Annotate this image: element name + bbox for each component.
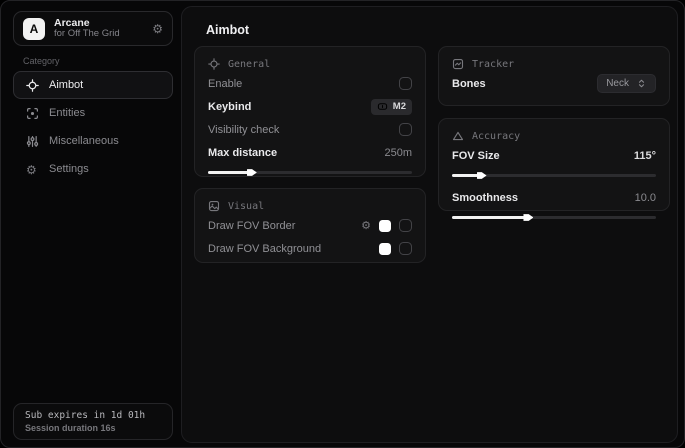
app-logo: A — [23, 18, 45, 40]
sidebar-item-settings[interactable]: ⚙ Settings — [13, 155, 173, 183]
chevron-up-down-icon — [636, 78, 647, 89]
crosshair-icon — [208, 58, 220, 70]
visibility-check-label: Visibility check — [208, 124, 279, 136]
smoothness-value: 10.0 — [635, 192, 656, 204]
tracker-icon — [452, 58, 464, 70]
sidebar-item-label: Miscellaneous — [49, 135, 119, 147]
tracker-card-header: Tracker — [452, 57, 656, 71]
fov-size-slider[interactable] — [452, 170, 656, 180]
enable-checkbox[interactable] — [399, 77, 412, 90]
sidebar-item-aimbot[interactable]: Aimbot — [13, 71, 173, 99]
slider-thumb[interactable] — [247, 168, 257, 177]
keybind-label: Keybind — [208, 101, 251, 113]
fov-size-value: 115° — [634, 150, 656, 162]
tracker-card: Tracker Bones Neck — [438, 46, 670, 106]
draw-fov-background-label: Draw FOV Background — [208, 243, 321, 255]
fov-border-color-swatch[interactable] — [379, 220, 391, 232]
max-distance-label: Max distance — [208, 147, 277, 159]
smoothness-label: Smoothness — [452, 192, 518, 204]
accuracy-card-header: Accuracy — [452, 129, 656, 143]
slider-fill — [208, 171, 251, 174]
slider-track — [452, 174, 656, 177]
max-distance-slider[interactable] — [208, 167, 412, 177]
bones-selected-value: Neck — [606, 78, 629, 89]
bones-label: Bones — [452, 78, 486, 90]
sidebar-item-label: Entities — [49, 107, 85, 119]
sliders-icon — [26, 135, 39, 148]
visual-card: Visual Draw FOV Border ⚙ Draw FOV Backgr… — [194, 188, 426, 263]
keybind-button[interactable]: M2 — [371, 99, 412, 115]
enable-label: Enable — [208, 78, 242, 90]
draw-fov-border-checkbox[interactable] — [399, 219, 412, 232]
card-title: Accuracy — [472, 131, 520, 142]
brand-card: A Arcane for Off The Grid ⚙ — [13, 11, 173, 46]
settings-gear-icon[interactable]: ⚙ — [152, 22, 163, 36]
page-title: Aimbot — [206, 23, 249, 37]
session-duration-text: Session duration 16s — [25, 423, 161, 433]
visibility-check-checkbox[interactable] — [399, 123, 412, 136]
card-title: Tracker — [472, 59, 514, 70]
sidebar-item-miscellaneous[interactable]: Miscellaneous — [13, 127, 173, 155]
slider-thumb[interactable] — [477, 171, 487, 180]
draw-fov-background-checkbox[interactable] — [399, 242, 412, 255]
smoothness-slider[interactable] — [452, 212, 656, 222]
category-label: Category — [23, 56, 60, 66]
main-panel: Aimbot General Enable Keybind M2 — [181, 6, 678, 443]
accuracy-card: Accuracy FOV Size 115° Smoothness 10.0 — [438, 118, 670, 211]
slider-track — [452, 216, 656, 219]
crosshair-icon — [26, 79, 39, 92]
image-icon — [208, 200, 220, 212]
sidebar-item-label: Aimbot — [49, 79, 83, 91]
sidebar-item-label: Settings — [49, 163, 89, 175]
sidebar-item-entities[interactable]: Entities — [13, 99, 173, 127]
fov-border-settings-gear-icon[interactable]: ⚙ — [361, 220, 371, 231]
slider-fill — [452, 174, 481, 177]
keybind-value: M2 — [393, 101, 406, 112]
scan-icon — [26, 107, 39, 120]
brand-text: Arcane for Off The Grid — [54, 17, 143, 40]
app-subtitle: for Off The Grid — [54, 29, 143, 40]
max-distance-value: 250m — [384, 147, 412, 159]
slider-fill — [452, 216, 527, 219]
triangle-icon — [452, 130, 464, 142]
fov-background-color-swatch[interactable] — [379, 243, 391, 255]
general-card: General Enable Keybind M2 Visibility che… — [194, 46, 426, 177]
app-window: A Arcane for Off The Grid ⚙ Category Aim… — [0, 0, 685, 448]
draw-fov-border-label: Draw FOV Border — [208, 220, 295, 232]
fov-size-label: FOV Size — [452, 150, 500, 162]
mouse-icon — [377, 101, 388, 112]
sub-expiry-text: Sub expires in 1d 01h — [25, 410, 161, 421]
visual-card-header: Visual — [208, 199, 412, 213]
card-title: General — [228, 59, 270, 70]
sidebar: A Arcane for Off The Grid ⚙ Category Aim… — [1, 1, 181, 447]
slider-track — [208, 171, 412, 174]
subscription-card: Sub expires in 1d 01h Session duration 1… — [13, 403, 173, 440]
card-title: Visual — [228, 201, 264, 212]
slider-thumb[interactable] — [523, 213, 533, 222]
sidebar-nav: Aimbot Entities Miscellaneous ⚙ Settings — [13, 71, 173, 183]
general-card-header: General — [208, 57, 412, 71]
bones-select[interactable]: Neck — [597, 74, 656, 93]
gear-icon: ⚙ — [26, 163, 39, 176]
